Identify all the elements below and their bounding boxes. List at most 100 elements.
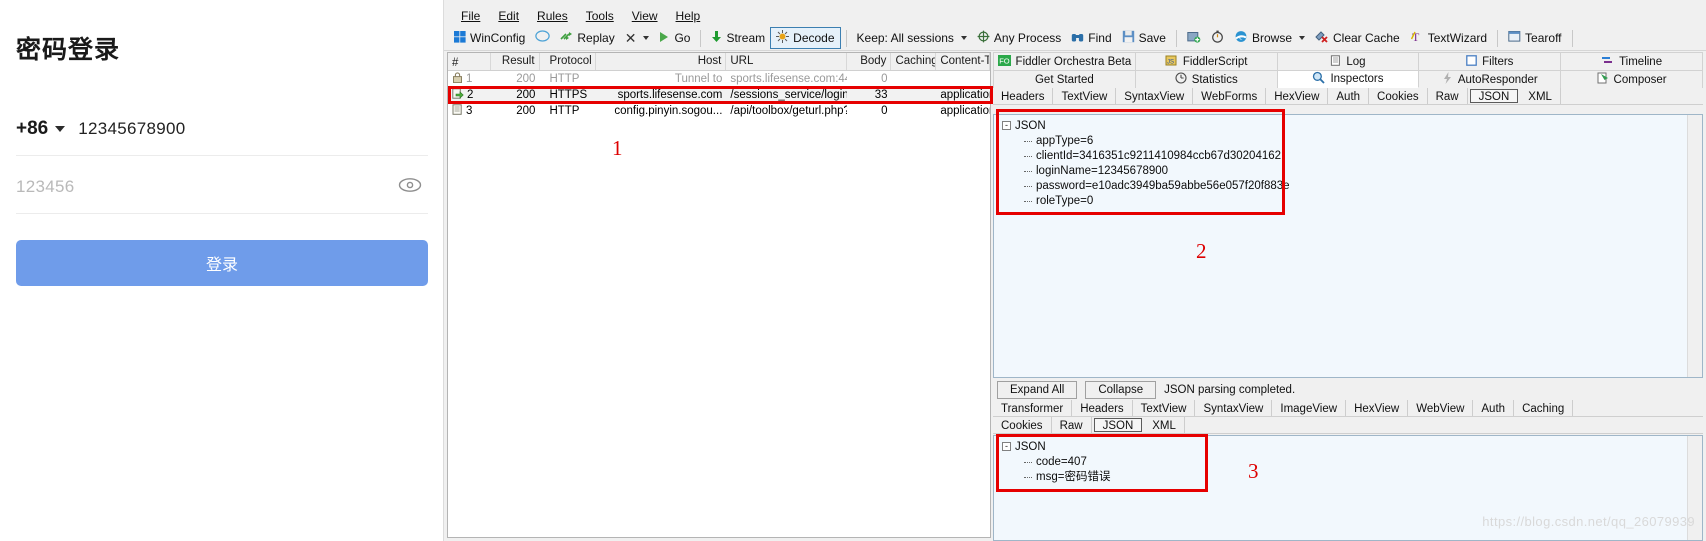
browse-button[interactable]: e Browse bbox=[1229, 28, 1310, 48]
find-button[interactable]: Find bbox=[1066, 28, 1116, 48]
menu-file[interactable]: File bbox=[452, 7, 489, 25]
session-list-header: # Result Protocol Host URL Body Caching … bbox=[448, 53, 990, 71]
session-list[interactable]: # Result Protocol Host URL Body Caching … bbox=[447, 52, 991, 538]
winconfig-button[interactable]: WinConfig bbox=[449, 29, 530, 48]
expand-all-button[interactable]: Expand All bbox=[997, 381, 1078, 399]
session-num: 3 bbox=[466, 105, 473, 117]
column-header-url[interactable]: URL bbox=[726, 53, 847, 70]
tearoff-button[interactable]: Tearoff bbox=[1503, 28, 1566, 48]
response-tab-cookies[interactable]: Cookies bbox=[993, 417, 1052, 433]
response-tab-textview[interactable]: TextView bbox=[1133, 400, 1196, 416]
response-tab-headers[interactable]: Headers bbox=[1072, 400, 1133, 416]
down-arrow-icon bbox=[711, 30, 722, 46]
request-tab-raw[interactable]: Raw bbox=[1428, 88, 1468, 104]
chevron-down-icon[interactable] bbox=[960, 36, 967, 40]
collapse-expander-icon[interactable]: - bbox=[1002, 442, 1011, 452]
column-header-caching[interactable]: Caching bbox=[891, 53, 937, 70]
remove-button[interactable]: ✕ bbox=[620, 28, 655, 49]
table-row[interactable]: 1 200 HTTP Tunnel to sports.lifesense.co… bbox=[448, 71, 990, 87]
table-row[interactable]: 2 200 HTTPS sports.lifesense.com /sessio… bbox=[448, 87, 990, 103]
decode-icon bbox=[776, 30, 790, 46]
tab-statistics[interactable]: Statistics bbox=[1135, 70, 1278, 88]
response-tab-raw[interactable]: Raw bbox=[1052, 417, 1092, 433]
column-header-body[interactable]: Body bbox=[847, 53, 892, 70]
phone-number-field[interactable]: +86 12345678900 bbox=[16, 112, 428, 146]
response-tab-transformer[interactable]: Transformer bbox=[993, 400, 1073, 416]
column-header-content-type[interactable]: Content-T bbox=[936, 53, 990, 70]
decode-button[interactable]: Decode bbox=[770, 27, 841, 49]
screenshot-button[interactable] bbox=[1182, 28, 1206, 48]
replay-button[interactable]: Replay bbox=[555, 28, 619, 48]
save-button[interactable]: Save bbox=[1117, 28, 1171, 48]
timer-button[interactable] bbox=[1206, 28, 1229, 48]
tab-composer[interactable]: Composer bbox=[1561, 70, 1703, 88]
comment-button[interactable] bbox=[530, 28, 555, 48]
column-header-host[interactable]: Host bbox=[596, 53, 727, 70]
json-entry: code=407 bbox=[994, 455, 1702, 470]
tab-get-started[interactable]: Get Started bbox=[993, 70, 1136, 88]
request-json-tree[interactable]: - JSON appType=6 clientId=3416351c9211410… bbox=[993, 114, 1703, 378]
response-tab-webview[interactable]: WebView bbox=[1408, 400, 1474, 416]
tab-label: Log bbox=[1346, 55, 1366, 68]
response-tab-caching[interactable]: Caching bbox=[1514, 400, 1574, 416]
request-tab-cookies[interactable]: Cookies bbox=[1369, 88, 1428, 104]
response-tab-hexview[interactable]: HexView bbox=[1346, 400, 1409, 416]
response-tab-imageview[interactable]: ImageView bbox=[1272, 400, 1347, 416]
clear-cache-button[interactable]: Clear Cache bbox=[1310, 28, 1405, 48]
column-header-protocol[interactable]: Protocol bbox=[540, 53, 596, 70]
menu-view[interactable]: View bbox=[623, 7, 667, 25]
menu-help[interactable]: Help bbox=[667, 7, 710, 25]
request-tab-textview[interactable]: TextView bbox=[1053, 88, 1117, 104]
request-tab-webforms[interactable]: WebForms bbox=[1193, 88, 1267, 104]
menu-tools[interactable]: Tools bbox=[577, 7, 623, 25]
request-tab-json[interactable]: JSON bbox=[1469, 89, 1519, 103]
response-tab-syntaxview[interactable]: SyntaxView bbox=[1195, 400, 1273, 416]
menu-edit[interactable]: Edit bbox=[489, 7, 528, 25]
tab-fiddler-orchestra[interactable]: FO Fiddler Orchestra Beta bbox=[993, 52, 1136, 70]
request-tab-auth[interactable]: Auth bbox=[1328, 88, 1370, 104]
any-process-button[interactable]: Any Process bbox=[972, 28, 1066, 48]
request-tab-headers[interactable]: Headers bbox=[993, 88, 1054, 104]
password-field[interactable]: 123456 bbox=[16, 170, 428, 204]
collapse-expander-icon[interactable]: - bbox=[1002, 121, 1011, 131]
divider-password bbox=[16, 213, 428, 214]
table-row[interactable]: 3 200 HTTP config.pinyin.sogou... /api/t… bbox=[448, 103, 990, 119]
go-button[interactable]: Go bbox=[654, 29, 695, 48]
request-tab-xml[interactable]: XML bbox=[1520, 88, 1561, 104]
column-header-num[interactable]: # bbox=[448, 53, 492, 70]
tab-autoresponder[interactable]: AutoResponder bbox=[1419, 70, 1562, 88]
json-entry: loginName=12345678900 bbox=[994, 164, 1702, 179]
menu-rules[interactable]: Rules bbox=[528, 7, 577, 25]
session-url: /sessions_service/login?cit... bbox=[730, 89, 847, 101]
tab-filters[interactable]: Filters bbox=[1419, 52, 1562, 70]
close-x-icon: ✕ bbox=[624, 29, 637, 46]
chevron-down-icon[interactable] bbox=[643, 36, 650, 40]
json-root-node[interactable]: - JSON bbox=[994, 436, 1702, 455]
tab-timeline[interactable]: Timeline bbox=[1561, 52, 1703, 70]
tab-inspectors[interactable]: Inspectors bbox=[1277, 70, 1420, 88]
response-tab-xml[interactable]: XML bbox=[1144, 417, 1185, 433]
column-header-result[interactable]: Result bbox=[491, 53, 540, 70]
binoculars-icon bbox=[1071, 30, 1084, 46]
chevron-down-icon[interactable] bbox=[55, 126, 66, 132]
response-tab-auth[interactable]: Auth bbox=[1473, 400, 1515, 416]
response-tab-json[interactable]: JSON bbox=[1093, 418, 1143, 432]
eye-icon[interactable] bbox=[398, 177, 422, 198]
tab-fiddlerscript[interactable]: JS FiddlerScript bbox=[1135, 52, 1278, 70]
replay-label: Replay bbox=[577, 31, 615, 45]
inspector-pane: FO Fiddler Orchestra Beta JS FiddlerScri… bbox=[993, 52, 1703, 541]
chevron-down-icon[interactable] bbox=[1299, 36, 1305, 40]
login-button[interactable]: 登录 bbox=[16, 240, 428, 286]
json-root-node[interactable]: - JSON bbox=[994, 115, 1702, 134]
stream-button[interactable]: Stream bbox=[706, 28, 770, 48]
textwizard-label: TextWizard bbox=[1427, 31, 1488, 45]
collapse-button[interactable]: Collapse bbox=[1085, 381, 1157, 399]
tab-log[interactable]: Log bbox=[1277, 52, 1420, 70]
tab-label: Inspectors bbox=[1330, 73, 1384, 85]
request-tab-syntaxview[interactable]: SyntaxView bbox=[1116, 88, 1194, 104]
request-tab-hexview[interactable]: HexView bbox=[1266, 88, 1329, 104]
keep-sessions-dropdown[interactable]: Keep: All sessions bbox=[852, 29, 972, 47]
textwizard-button[interactable]: T TextWizard bbox=[1405, 28, 1492, 48]
vertical-scrollbar[interactable] bbox=[1687, 115, 1702, 377]
tab-label: Composer bbox=[1613, 73, 1667, 86]
